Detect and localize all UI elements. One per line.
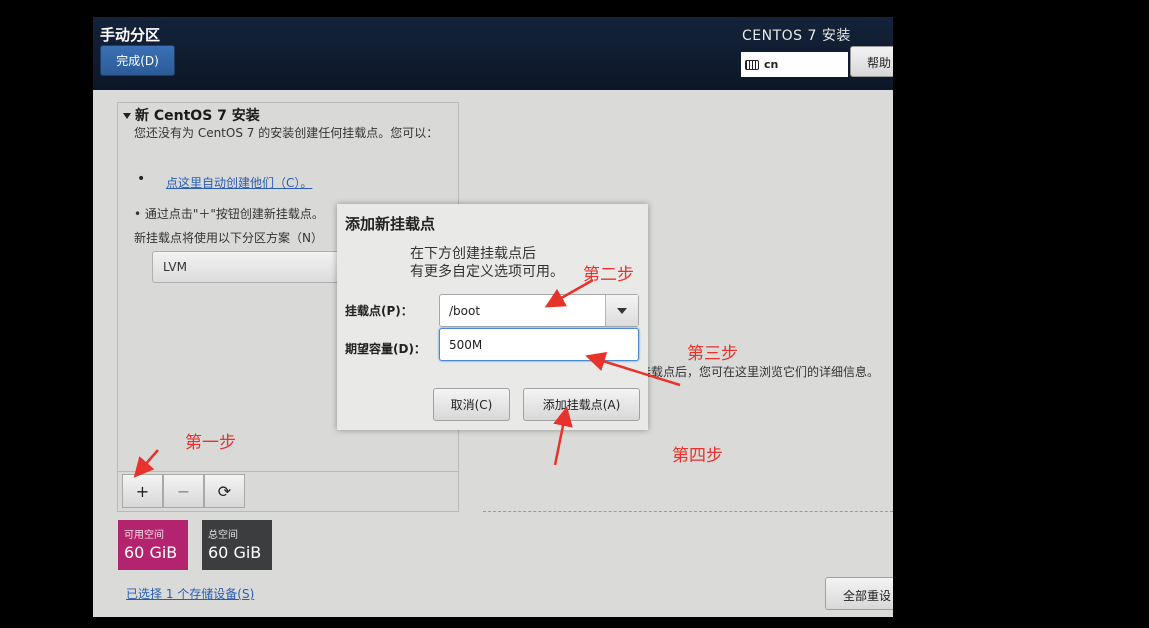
- annotation-arrows: [133, 278, 681, 478]
- arrow-step3: [585, 351, 681, 387]
- arrow-step1: [133, 449, 159, 478]
- arrow-step2: [544, 278, 594, 308]
- arrow-step4: [553, 406, 573, 466]
